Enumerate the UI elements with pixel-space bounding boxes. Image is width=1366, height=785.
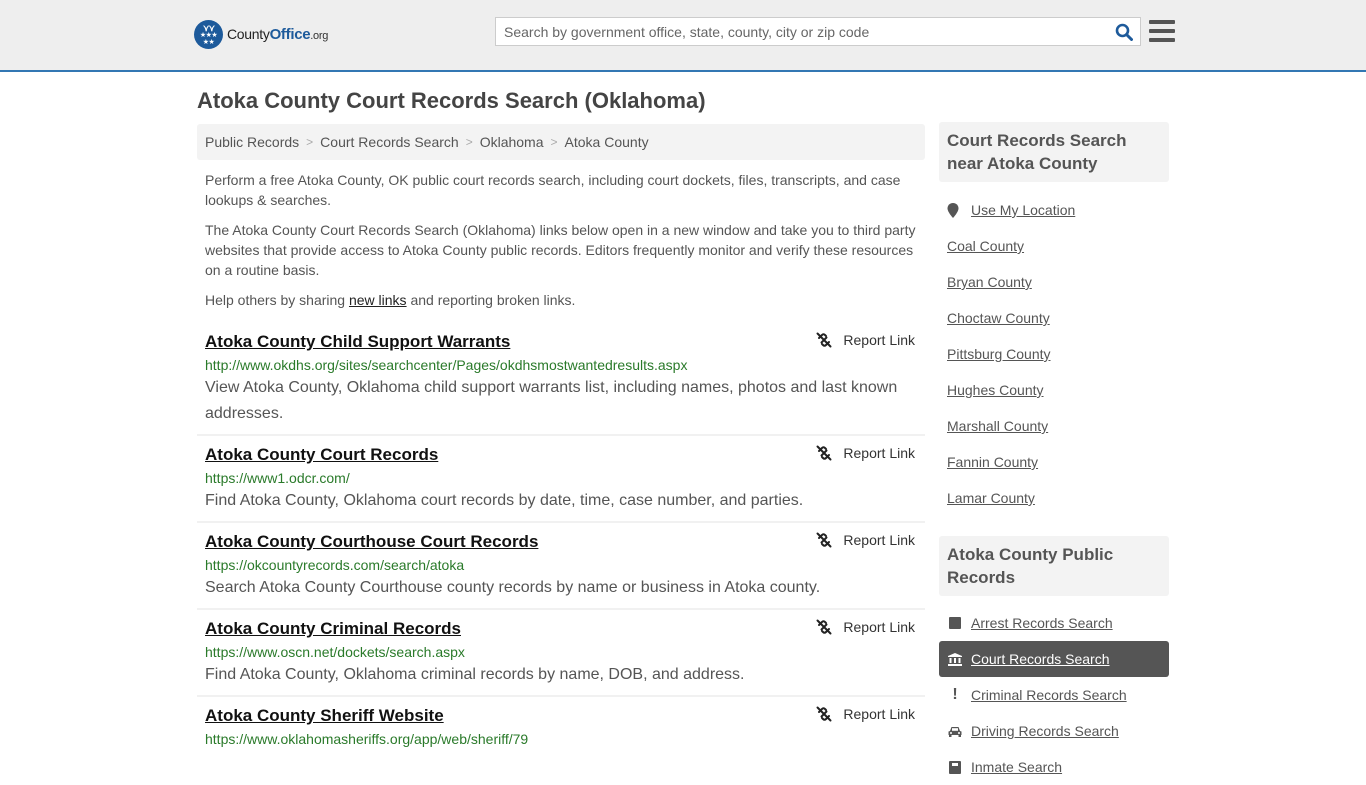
inmate-search-link[interactable]: Inmate Search — [971, 759, 1062, 775]
public-record-item-active[interactable]: Court Records Search — [939, 641, 1169, 677]
broken-link-icon — [816, 445, 832, 461]
nearby-heading: Court Records Search near Atoka County — [939, 122, 1169, 182]
result-title-link[interactable]: Atoka County Criminal Records — [205, 617, 461, 641]
report-link-button[interactable]: Report Link — [816, 332, 915, 348]
breadcrumb-public-records[interactable]: Public Records — [205, 134, 299, 150]
nearby-county-link[interactable]: Lamar County — [947, 490, 1035, 506]
court-records-search-link[interactable]: Court Records Search — [971, 651, 1110, 667]
intro-paragraph: Perform a free Atoka County, OK public c… — [205, 172, 901, 208]
nearby-county-item: Fannin County — [947, 444, 1169, 480]
result-item: Atoka County Courthouse Court Records ht… — [197, 527, 925, 610]
broken-link-icon — [816, 532, 832, 548]
result-title-link[interactable]: Atoka County Court Records — [205, 443, 438, 467]
nearby-county-link[interactable]: Coal County — [947, 238, 1024, 254]
result-url: https://okcountyrecords.com/search/atoka — [205, 557, 465, 573]
result-description: Find Atoka County, Oklahoma criminal rec… — [205, 666, 745, 683]
nearby-county-item: Pittsburg County — [947, 336, 1169, 372]
intro-paragraph: The Atoka County Court Records Search (O… — [205, 222, 916, 278]
breadcrumb-oklahoma[interactable]: Oklahoma — [480, 134, 544, 150]
site-header: ⋎⋎ ★★★ ★★ CountyOffice.org — [0, 0, 1366, 72]
breadcrumb-separator: > — [465, 135, 473, 149]
search-bar — [495, 17, 1141, 46]
public-records-heading: Atoka County Public Records — [939, 536, 1169, 596]
page-title: Atoka County Court Records Search (Oklah… — [197, 88, 706, 113]
results-list: Atoka County Child Support Warrants http… — [197, 327, 925, 756]
public-record-item[interactable]: Driving Records Search — [939, 713, 1169, 749]
result-url: https://www.oscn.net/dockets/search.aspx — [205, 644, 465, 660]
use-my-location-item: Use My Location — [947, 192, 1169, 228]
result-title-link[interactable]: Atoka County Child Support Warrants — [205, 330, 510, 354]
result-url: http://www.okdhs.org/sites/searchcenter/… — [205, 357, 688, 373]
hamburger-menu-icon[interactable] — [1149, 19, 1175, 43]
result-url: https://www.oklahomasheriffs.org/app/web… — [205, 731, 529, 747]
driving-records-search-link[interactable]: Driving Records Search — [971, 723, 1119, 739]
broken-link-icon — [816, 619, 832, 635]
new-links-link[interactable]: new links — [349, 292, 407, 308]
breadcrumb-separator: > — [550, 135, 558, 149]
square-icon — [947, 617, 963, 629]
result-item: Atoka County Criminal Records https://ww… — [197, 614, 925, 697]
site-logo[interactable]: ⋎⋎ ★★★ ★★ CountyOffice.org — [194, 20, 328, 49]
result-description — [205, 749, 917, 756]
intro-text: Perform a free Atoka County, OK public c… — [205, 170, 920, 320]
result-item: Atoka County Court Records https://www1.… — [197, 440, 925, 523]
search-icon — [1115, 23, 1133, 41]
broken-link-icon — [816, 332, 832, 348]
breadcrumb-separator: > — [306, 135, 314, 149]
use-my-location-link[interactable]: Use My Location — [971, 202, 1075, 218]
result-description: Search Atoka County Courthouse county re… — [205, 579, 821, 596]
public-record-item[interactable]: Arrest Records Search — [939, 605, 1169, 641]
search-input[interactable] — [496, 18, 1108, 45]
public-record-item[interactable]: ! Criminal Records Search — [939, 677, 1169, 713]
result-item: Atoka County Sheriff Website https://www… — [197, 701, 925, 756]
nearby-county-item: Lamar County — [947, 480, 1169, 516]
nearby-county-link[interactable]: Bryan County — [947, 274, 1032, 290]
report-link-button[interactable]: Report Link — [816, 445, 915, 461]
map-pin-icon — [947, 202, 965, 218]
criminal-records-search-link[interactable]: Criminal Records Search — [971, 687, 1127, 703]
result-item: Atoka County Child Support Warrants http… — [197, 327, 925, 436]
report-link-button[interactable]: Report Link — [816, 619, 915, 635]
public-record-item[interactable]: Inmate Search — [939, 749, 1169, 785]
nearby-county-item: Choctaw County — [947, 300, 1169, 336]
logo-text: CountyOffice.org — [227, 26, 329, 43]
eagle-logo-icon: ⋎⋎ ★★★ ★★ — [194, 20, 223, 49]
courthouse-icon — [947, 652, 963, 666]
nearby-county-link[interactable]: Hughes County — [947, 382, 1044, 398]
breadcrumb-court-records-search[interactable]: Court Records Search — [320, 134, 459, 150]
nearby-county-item: Coal County — [947, 228, 1169, 264]
result-description: Find Atoka County, Oklahoma court record… — [205, 492, 804, 509]
inmate-icon — [947, 760, 963, 774]
nearby-county-link[interactable]: Choctaw County — [947, 310, 1050, 326]
breadcrumb: Public Records > Court Records Search > … — [197, 124, 925, 160]
nearby-county-link[interactable]: Fannin County — [947, 454, 1038, 470]
intro-paragraph: Help others by sharing new links and rep… — [205, 292, 576, 308]
public-records-list: Arrest Records Search Court Records Sear… — [939, 605, 1169, 785]
result-description: View Atoka County, Oklahoma child suppor… — [205, 379, 898, 422]
arrest-records-search-link[interactable]: Arrest Records Search — [971, 615, 1113, 631]
breadcrumb-atoka-county[interactable]: Atoka County — [565, 134, 649, 150]
nearby-county-item: Hughes County — [947, 372, 1169, 408]
result-title-link[interactable]: Atoka County Sheriff Website — [205, 704, 444, 728]
report-link-button[interactable]: Report Link — [816, 706, 915, 722]
result-title-link[interactable]: Atoka County Courthouse Court Records — [205, 530, 538, 554]
nearby-list: Use My Location Coal County Bryan County… — [947, 192, 1169, 516]
nearby-county-link[interactable]: Marshall County — [947, 418, 1048, 434]
exclamation-icon: ! — [952, 686, 958, 703]
result-url: https://www1.odcr.com/ — [205, 470, 350, 486]
nearby-county-item: Bryan County — [947, 264, 1169, 300]
nearby-county-item: Marshall County — [947, 408, 1169, 444]
nearby-county-link[interactable]: Pittsburg County — [947, 346, 1051, 362]
search-button[interactable] — [1108, 18, 1140, 45]
car-icon — [947, 726, 963, 737]
broken-link-icon — [816, 706, 832, 722]
report-link-button[interactable]: Report Link — [816, 532, 915, 548]
